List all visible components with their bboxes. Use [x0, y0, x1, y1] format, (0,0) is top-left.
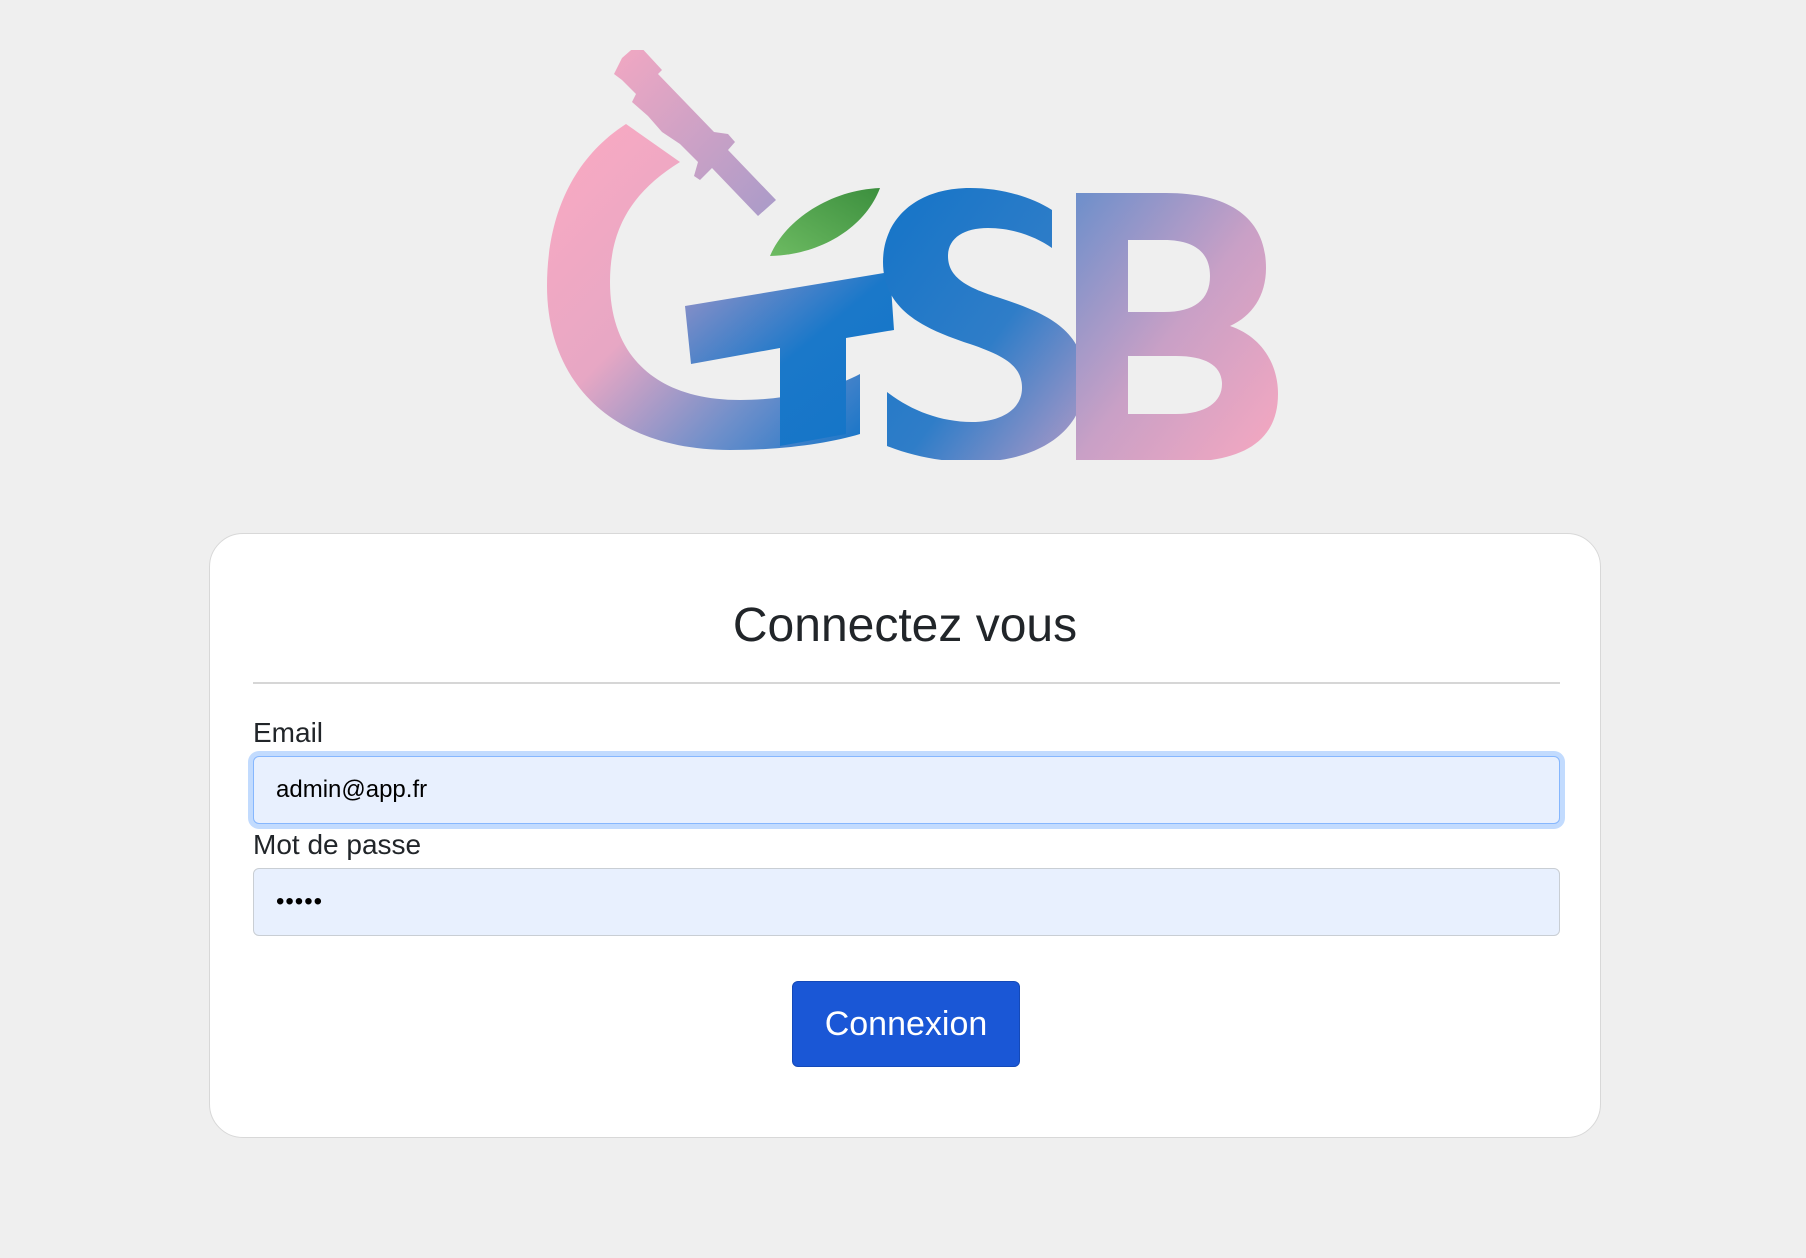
login-title: Connectez vous	[732, 599, 1078, 652]
login-page: Connectez vous Email Mot de passe Connex…	[0, 0, 1806, 1258]
gsb-logo	[547, 50, 1278, 460]
login-card: Connectez vous Email Mot de passe Connex…	[209, 533, 1601, 1138]
logo-letter-b	[1076, 193, 1278, 460]
email-field[interactable]	[253, 756, 1560, 824]
title-divider	[253, 682, 1560, 684]
password-field[interactable]	[253, 868, 1560, 936]
logo-letter-s	[883, 188, 1085, 460]
password-label: Mot de passe	[253, 829, 422, 860]
leaf-icon	[770, 188, 880, 256]
connexion-button[interactable]: Connexion	[792, 981, 1020, 1067]
email-label: Email	[253, 717, 324, 748]
